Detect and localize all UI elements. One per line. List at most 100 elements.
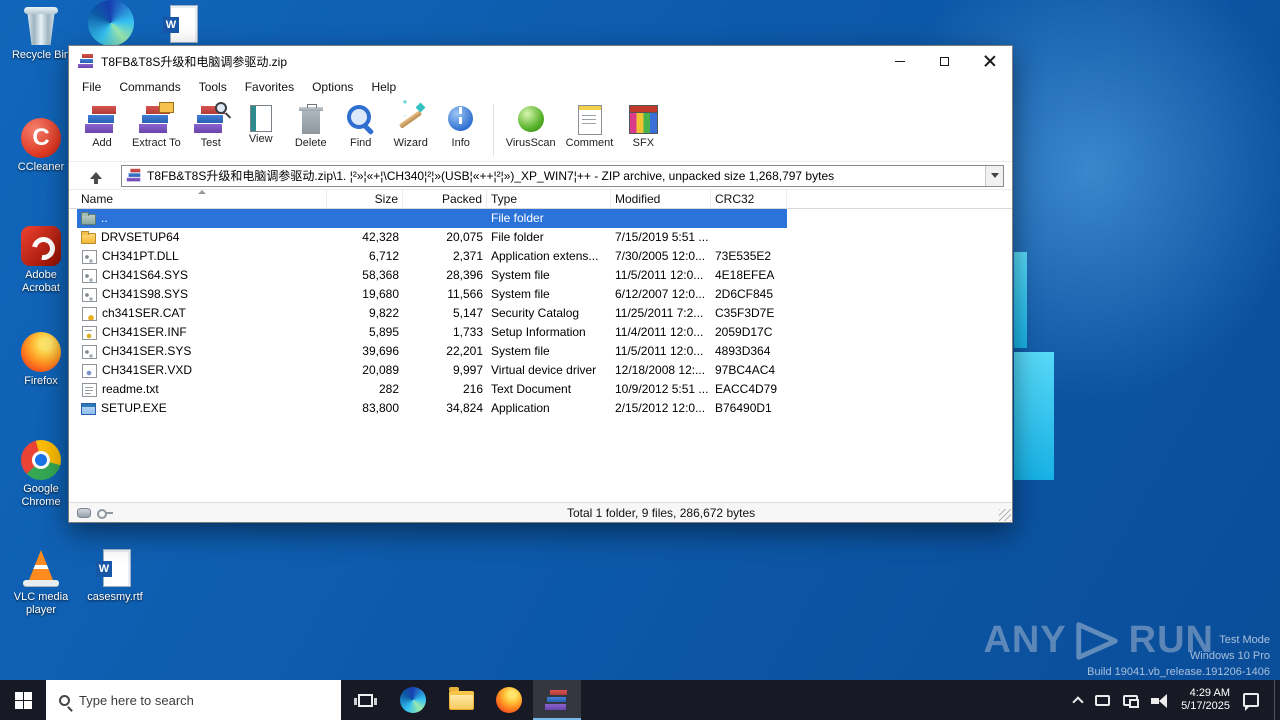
toolbar-test-button[interactable]: Test — [186, 100, 236, 149]
title-bar[interactable]: T8FB&T8S升级和电脑调参驱动.zip — [69, 46, 1012, 76]
file-row[interactable]: CH341SER.INF 5,895 1,733 Setup Information 1… — [77, 323, 787, 342]
file-name: CH341S64.SYS — [102, 268, 189, 282]
desktop-icon-label: Google Chrome — [21, 483, 61, 508]
file-row[interactable]: ch341SER.CAT 9,822 5,147 Security Catalog 11… — [77, 304, 787, 323]
desktop-icon-label: Adobe Acrobat — [22, 269, 60, 294]
toolbar-button-label: Add — [92, 137, 112, 149]
desktop-icon-word-doc[interactable] — [162, 4, 202, 44]
toolbar-button-label: Comment — [565, 137, 614, 149]
column-header-type[interactable]: Type — [487, 190, 611, 208]
file-row[interactable]: CH341SER.VXD 20,089 9,997 Virtual device dr… — [77, 361, 787, 380]
menu-item-favorites[interactable]: Favorites — [236, 77, 303, 97]
column-header-name[interactable]: Name — [77, 190, 327, 208]
toolbar-comment-button[interactable]: Comment — [561, 100, 619, 149]
taskbar-winrar-button[interactable] — [533, 680, 581, 720]
toolbar-sfx-button[interactable]: SFX — [618, 100, 668, 149]
file-size: 282 — [378, 382, 399, 396]
file-packed: 2,371 — [452, 249, 483, 263]
word-doc-icon — [95, 548, 135, 588]
toolbar-wizard-button[interactable]: Wizard — [386, 100, 436, 149]
address-dropdown-button[interactable] — [985, 165, 1003, 186]
desktop-icon-firefox[interactable]: Firefox — [8, 332, 74, 388]
menu-item-tools[interactable]: Tools — [190, 77, 236, 97]
minimize-button[interactable] — [877, 46, 922, 76]
menu-item-file[interactable]: File — [73, 77, 110, 97]
system-tray: 4:29 AM 5/17/2025 — [1072, 680, 1265, 720]
desktop-icon-edge[interactable] — [88, 0, 134, 46]
resize-grip[interactable] — [999, 509, 1011, 521]
network-tray-icon[interactable] — [1123, 694, 1140, 708]
task-view-icon — [353, 693, 377, 707]
file-packed: 11,566 — [447, 287, 483, 301]
column-header-packed[interactable]: Packed — [403, 190, 487, 208]
file-modified: 12/18/2008 12:... — [615, 363, 706, 377]
minimize-icon — [894, 60, 905, 62]
toolbar-find-button[interactable]: Find — [336, 100, 386, 149]
up-one-level-button[interactable] — [83, 165, 109, 187]
file-modified: 7/30/2005 12:0... — [615, 249, 706, 263]
file-crc32: C35F3D7E — [715, 306, 775, 320]
wallpaper-beam — [1014, 252, 1027, 348]
toolbar-virusscan-button[interactable]: VirusScan — [501, 100, 561, 149]
file-size: 39,696 — [362, 344, 399, 358]
start-button[interactable] — [0, 680, 46, 720]
desktop-icon-vlc-media-player[interactable]: VLC media player — [8, 548, 74, 617]
window-title: T8FB&T8S升级和电脑调参驱动.zip — [101, 54, 288, 69]
file-modified: 11/4/2011 12:0... — [615, 325, 704, 339]
file-name: CH341SER.VXD — [102, 363, 193, 377]
toolbar-add-button[interactable]: Add — [77, 100, 127, 149]
toolbar-info-button[interactable]: Info — [436, 100, 486, 149]
wizard-icon — [393, 102, 429, 136]
file-row[interactable]: CH341PT.DLL 6,712 2,371 Application extens.… — [77, 247, 787, 266]
volume-tray-icon[interactable] — [1151, 693, 1168, 708]
search-input[interactable] — [79, 692, 279, 708]
menu-item-options[interactable]: Options — [303, 77, 362, 97]
file-row[interactable]: CH341S98.SYS 19,680 11,566 System file 6/12/… — [77, 285, 787, 304]
column-header-size[interactable]: Size — [327, 190, 403, 208]
taskbar-firefox-button[interactable] — [485, 680, 533, 720]
display-tray-icon[interactable] — [1095, 694, 1111, 706]
file-name: SETUP.EXE — [101, 401, 167, 415]
taskbar-edge-button[interactable] — [389, 680, 437, 720]
maximize-button[interactable] — [922, 46, 967, 76]
toolbar-extract-to-button[interactable]: Extract To — [127, 100, 186, 149]
file-row[interactable]: CH341S64.SYS 58,368 28,396 System file 11/5/… — [77, 266, 787, 285]
cat-icon — [82, 306, 97, 321]
taskbar-clock[interactable]: 4:29 AM 5/17/2025 — [1181, 687, 1230, 713]
file-packed — [403, 209, 487, 228]
address-combobox[interactable]: T8FB&T8S升级和电脑调参驱动.zip\1. ¦²»¦«+¦\CH340¦²… — [121, 164, 1004, 187]
anyrun-watermark-info: Test Mode Windows 10 Pro Build 19041.vb_… — [1087, 632, 1270, 680]
toolbar-delete-button[interactable]: Delete — [286, 100, 336, 149]
menu-item-label: Commands — [119, 80, 181, 94]
sfx-icon — [625, 102, 661, 136]
sys-icon — [82, 268, 97, 283]
desktop-icon-google-chrome[interactable]: Google Chrome — [8, 440, 74, 509]
file-modified: 6/12/2007 12:0... — [615, 287, 706, 301]
file-row[interactable]: SETUP.EXE 83,800 34,824 Application 2/15/201… — [77, 399, 787, 418]
task-view-button[interactable] — [341, 680, 389, 720]
column-header-crc32[interactable]: CRC32 — [711, 190, 787, 208]
file-row[interactable]: .. File folder — [77, 209, 787, 228]
action-center-icon[interactable] — [1243, 693, 1259, 711]
column-header-modified[interactable]: Modified — [611, 190, 711, 208]
toolbar-button-label: SFX — [632, 137, 655, 149]
menu-item-commands[interactable]: Commands — [110, 77, 189, 97]
file-row[interactable]: DRVSETUP64 42,328 20,075 File folder 7/15/20… — [77, 228, 787, 247]
desktop-icon-adobe-acrobat[interactable]: Adobe Acrobat — [8, 226, 74, 295]
show-desktop-button[interactable] — [1274, 680, 1280, 720]
close-button[interactable] — [967, 46, 1012, 76]
file-explorer-icon — [448, 686, 474, 710]
taskbar-search[interactable] — [46, 680, 341, 720]
tray-overflow-chevron-icon[interactable] — [1072, 695, 1084, 708]
desktop-icon-casesmy-rtf[interactable]: casesmy.rtf — [82, 548, 148, 604]
taskbar-file-explorer-button[interactable] — [437, 680, 485, 720]
archive-icon — [126, 168, 142, 183]
keys-icon — [97, 508, 113, 519]
file-row[interactable]: readme.txt 282 216 Text Document 10/9/2012 5… — [77, 380, 787, 399]
menu-item-help[interactable]: Help — [362, 77, 405, 97]
desktop-icon-recycle-bin[interactable]: Recycle Bin — [8, 6, 74, 62]
toolbar-view-button[interactable]: View — [236, 100, 286, 145]
desktop-icon-ccleaner[interactable]: CCleaner — [8, 118, 74, 174]
winrar-window: T8FB&T8S升级和电脑调参驱动.zip File Commands Tools F… — [68, 45, 1013, 523]
file-row[interactable]: CH341SER.SYS 39,696 22,201 System file 11/5/… — [77, 342, 787, 361]
